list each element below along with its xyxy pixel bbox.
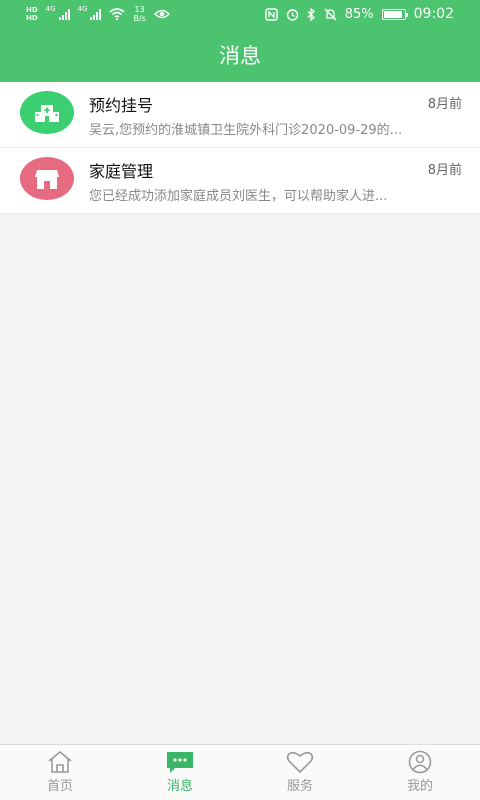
heart-icon <box>286 751 314 774</box>
battery-percent: 85% <box>344 6 374 22</box>
home-icon <box>48 750 72 773</box>
eye-icon <box>153 9 170 19</box>
bluetooth-icon <box>307 7 315 21</box>
tab-profile[interactable]: 我的 <box>360 745 480 800</box>
tab-label: 我的 <box>406 779 433 794</box>
tab-label: 服务 <box>286 779 313 794</box>
user-icon <box>408 750 432 774</box>
message-title: 家庭管理 <box>89 162 154 181</box>
message-time: 8月前 <box>427 97 462 112</box>
message-time: 8月前 <box>427 163 462 178</box>
network-type-label-2: 4G <box>77 5 88 13</box>
message-preview: 吴云,您预约的淮城镇卫生院外科门诊2020-09-29的... <box>89 123 403 138</box>
app-bar: 消息 <box>0 28 480 82</box>
network-type-label: 4G <box>45 5 56 13</box>
tab-label: 首页 <box>46 779 73 794</box>
message-list: 预约挂号 8月前 吴云,您预约的淮城镇卫生院外科门诊2020-09-29的...… <box>0 82 480 214</box>
status-bar: HD HD 4G 4G 13 B/s 85% 09:02 <box>0 0 480 28</box>
hd-indicator: HD HD <box>26 6 38 22</box>
signal-icon-2 <box>90 8 102 20</box>
hospital-icon <box>20 91 74 134</box>
message-title: 预约挂号 <box>89 96 154 115</box>
mute-bell-icon <box>324 8 337 20</box>
clock: 09:02 <box>413 6 454 22</box>
message-item-appointment[interactable]: 预约挂号 8月前 吴云,您预约的淮城镇卫生院外科门诊2020-09-29的... <box>0 82 480 148</box>
message-icon <box>167 752 193 773</box>
nfc-icon <box>265 7 278 21</box>
message-item-family[interactable]: 家庭管理 8月前 您已经成功添加家庭成员刘医生，可以帮助家人进... <box>0 148 480 214</box>
net-speed: 13 B/s <box>133 5 146 23</box>
battery-icon <box>381 8 408 20</box>
wifi-icon <box>109 8 125 20</box>
message-preview: 您已经成功添加家庭成员刘医生，可以帮助家人进... <box>89 189 388 204</box>
tab-services[interactable]: 服务 <box>240 745 360 800</box>
tab-home[interactable]: 首页 <box>0 745 120 800</box>
tab-label: 消息 <box>166 779 193 794</box>
house-icon <box>20 157 74 200</box>
page-title: 消息 <box>219 44 261 68</box>
bottom-tab-bar: 首页 消息 服务 我的 <box>0 744 480 800</box>
signal-icon <box>58 8 70 20</box>
status-bar-left: HD HD 4G 4G 13 B/s <box>26 5 170 23</box>
status-bar-right: 85% 09:02 <box>265 6 454 22</box>
alarm-icon <box>286 8 298 21</box>
tab-messages[interactable]: 消息 <box>120 745 240 800</box>
